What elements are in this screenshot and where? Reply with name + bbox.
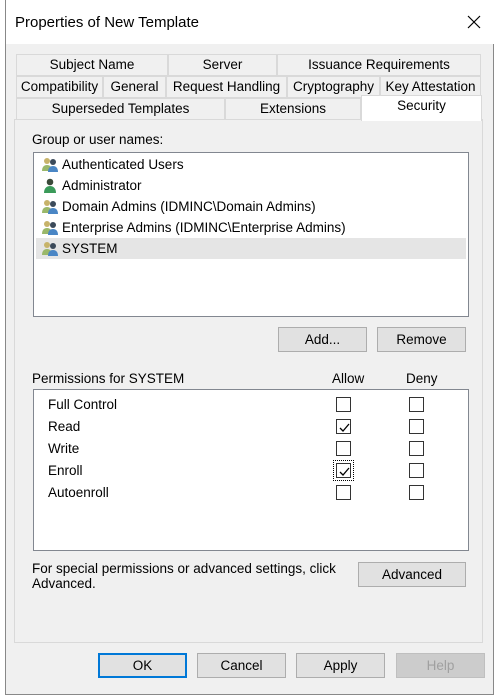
ok-button[interactable]: OK [98, 653, 187, 678]
allow-checkbox[interactable] [336, 441, 351, 456]
deny-checkbox[interactable] [409, 463, 424, 478]
user-name: Domain Admins (IDMINC\Domain Admins) [62, 199, 316, 214]
user-name: Administrator [62, 178, 142, 193]
permission-name: Read [48, 419, 81, 434]
group-label: Group or user names: [32, 132, 164, 147]
security-panel: Group or user names: Authenticated Users… [14, 119, 483, 643]
deny-header: Deny [406, 371, 438, 386]
user-list-item[interactable]: Authenticated Users [36, 154, 466, 175]
tab-issuance-requirements[interactable]: Issuance Requirements [277, 54, 481, 76]
tab-server[interactable]: Server [168, 54, 277, 76]
tab-extensions[interactable]: Extensions [225, 98, 361, 120]
dialog-title: Properties of New Template [15, 14, 199, 31]
deny-checkbox[interactable] [409, 397, 424, 412]
help-button: Help [396, 653, 485, 678]
group-icon [42, 158, 58, 172]
deny-checkbox[interactable] [409, 441, 424, 456]
allow-checkbox[interactable] [336, 419, 351, 434]
permission-name: Autoenroll [48, 485, 109, 500]
allow-checkbox[interactable] [336, 397, 351, 412]
user-list-item[interactable]: Administrator [36, 175, 466, 196]
deny-checkbox[interactable] [409, 485, 424, 500]
permissions-list: Full Control Read Write Enroll Autoenroll [33, 389, 469, 551]
cancel-button[interactable]: Cancel [197, 653, 286, 678]
group-icon [42, 200, 58, 214]
deny-checkbox[interactable] [409, 419, 424, 434]
tab-general[interactable]: General [103, 76, 166, 98]
allow-header: Allow [332, 371, 365, 386]
permission-name: Full Control [48, 397, 118, 412]
advanced-text: For special permissions or advanced sett… [32, 561, 336, 591]
advanced-button[interactable]: Advanced [358, 562, 466, 587]
user-icon [44, 178, 56, 193]
add-button[interactable]: Add... [278, 327, 367, 352]
group-icon [42, 242, 58, 256]
tab-security[interactable]: Security [361, 95, 482, 121]
user-name: Enterprise Admins (IDMINC\Enterprise Adm… [62, 220, 346, 235]
user-list-item[interactable]: Enterprise Admins (IDMINC\Enterprise Adm… [36, 217, 466, 238]
tab-superseded-templates[interactable]: Superseded Templates [16, 98, 225, 120]
user-list-item[interactable]: Domain Admins (IDMINC\Domain Admins) [36, 196, 466, 217]
allow-checkbox[interactable] [333, 460, 354, 481]
permission-name: Enroll [48, 463, 83, 478]
group-icon [42, 221, 58, 235]
permission-name: Write [48, 441, 80, 456]
title-bar: Properties of New Template [6, 0, 495, 44]
tab-subject-name[interactable]: Subject Name [16, 54, 168, 76]
user-list-item[interactable]: SYSTEM [36, 238, 466, 259]
user-list[interactable]: Authenticated Users Administrator Domain A… [33, 152, 469, 317]
properties-dialog: Properties of New Template Subject Name … [5, 0, 495, 695]
remove-button[interactable]: Remove [377, 327, 466, 352]
close-icon[interactable] [467, 15, 481, 29]
tab-compatibility[interactable]: Compatibility [16, 76, 103, 98]
tab-request-handling[interactable]: Request Handling [166, 76, 287, 98]
permissions-label: Permissions for SYSTEM [32, 371, 185, 386]
user-name: SYSTEM [62, 241, 118, 256]
apply-button[interactable]: Apply [296, 653, 385, 678]
allow-checkbox[interactable] [336, 485, 351, 500]
user-name: Authenticated Users [62, 157, 184, 172]
